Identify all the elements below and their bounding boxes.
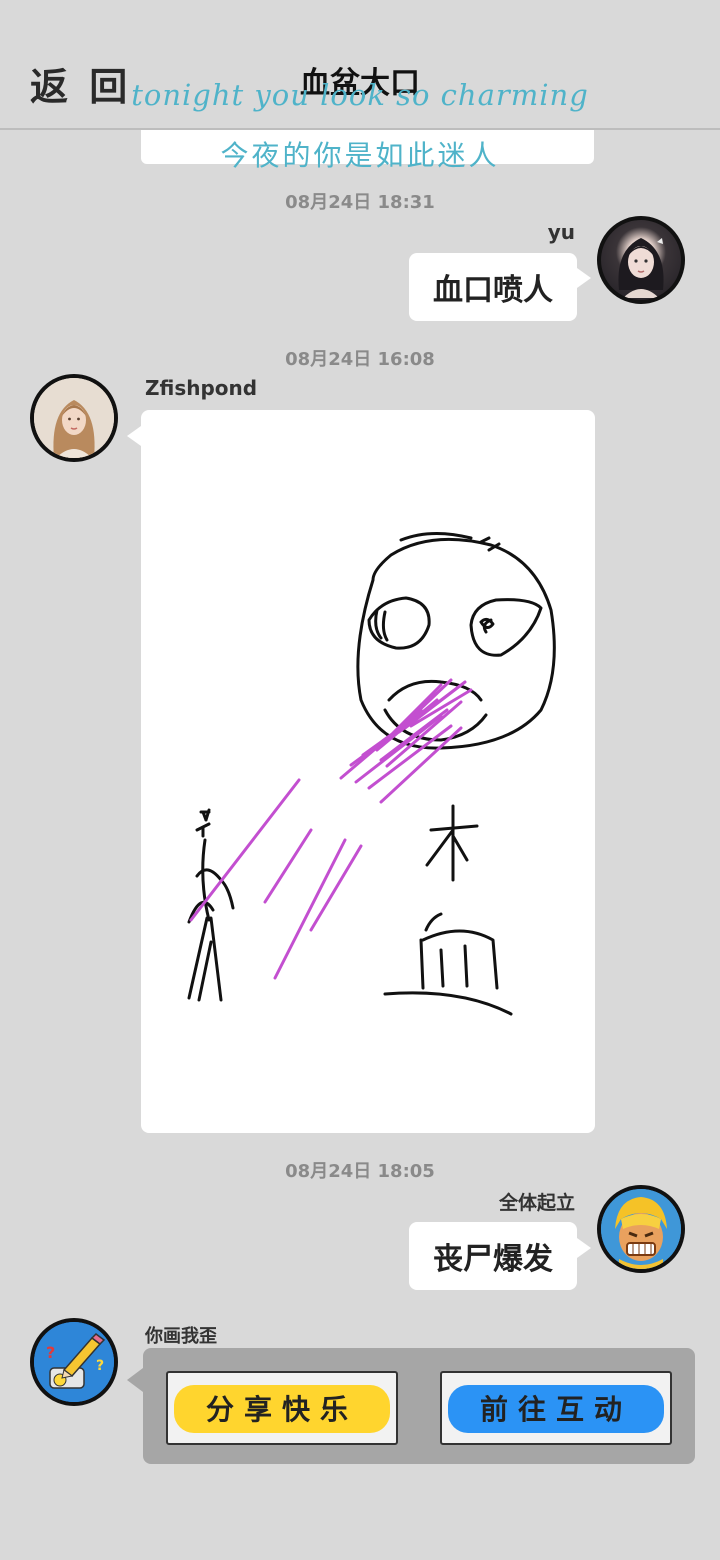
bubble-tail — [577, 1238, 591, 1258]
button-label: 前往互动 — [479, 1393, 632, 1426]
overlay-caption-english: tonight you look so charming — [131, 78, 589, 112]
bubble-tail — [577, 268, 591, 288]
message-bubble[interactable]: 丧尸爆发 — [409, 1222, 577, 1290]
bubble-tail — [127, 426, 141, 446]
pencil-drawing-avatar-icon: ? ? — [34, 1322, 114, 1402]
share-joy-button[interactable]: 分享快乐 — [166, 1371, 398, 1445]
message-bubble[interactable]: 血口喷人 — [409, 253, 577, 321]
svg-text:?: ? — [96, 1358, 104, 1374]
drawing-message[interactable] — [141, 410, 595, 1133]
overlay-caption-chinese: 今夜的你是如此迷人 — [220, 139, 500, 172]
face-spitting-blood-drawing — [187, 531, 556, 1016]
action-card: 分享快乐 前往互动 — [143, 1348, 695, 1464]
go-interact-button[interactable]: 前往互动 — [440, 1371, 672, 1445]
button-label: 分享快乐 — [205, 1393, 358, 1426]
sender-name: 全体起立 — [498, 1192, 575, 1214]
avatar[interactable] — [597, 216, 685, 304]
message-timestamp: 08月24日 16:08 — [285, 349, 435, 370]
message-text: 丧尸爆发 — [433, 1242, 553, 1277]
message-text: 血口喷人 — [433, 273, 553, 308]
barbarian-king-avatar-icon — [601, 1189, 681, 1269]
sender-name: Zfishpond — [145, 376, 258, 400]
avatar[interactable] — [30, 374, 118, 462]
avatar[interactable]: ? ? — [30, 1318, 118, 1406]
bubble-tail — [127, 1368, 143, 1392]
woman-portrait-avatar-icon — [34, 378, 114, 458]
sender-name: 你画我歪 — [145, 1326, 217, 1347]
svg-text:?: ? — [46, 1343, 55, 1362]
sender-name: yu — [547, 220, 575, 244]
message-timestamp: 08月24日 18:31 — [285, 192, 435, 213]
dark-haired-girl-avatar-icon — [618, 238, 664, 298]
avatar[interactable] — [597, 1185, 685, 1273]
message-timestamp: 08月24日 18:05 — [285, 1161, 435, 1182]
